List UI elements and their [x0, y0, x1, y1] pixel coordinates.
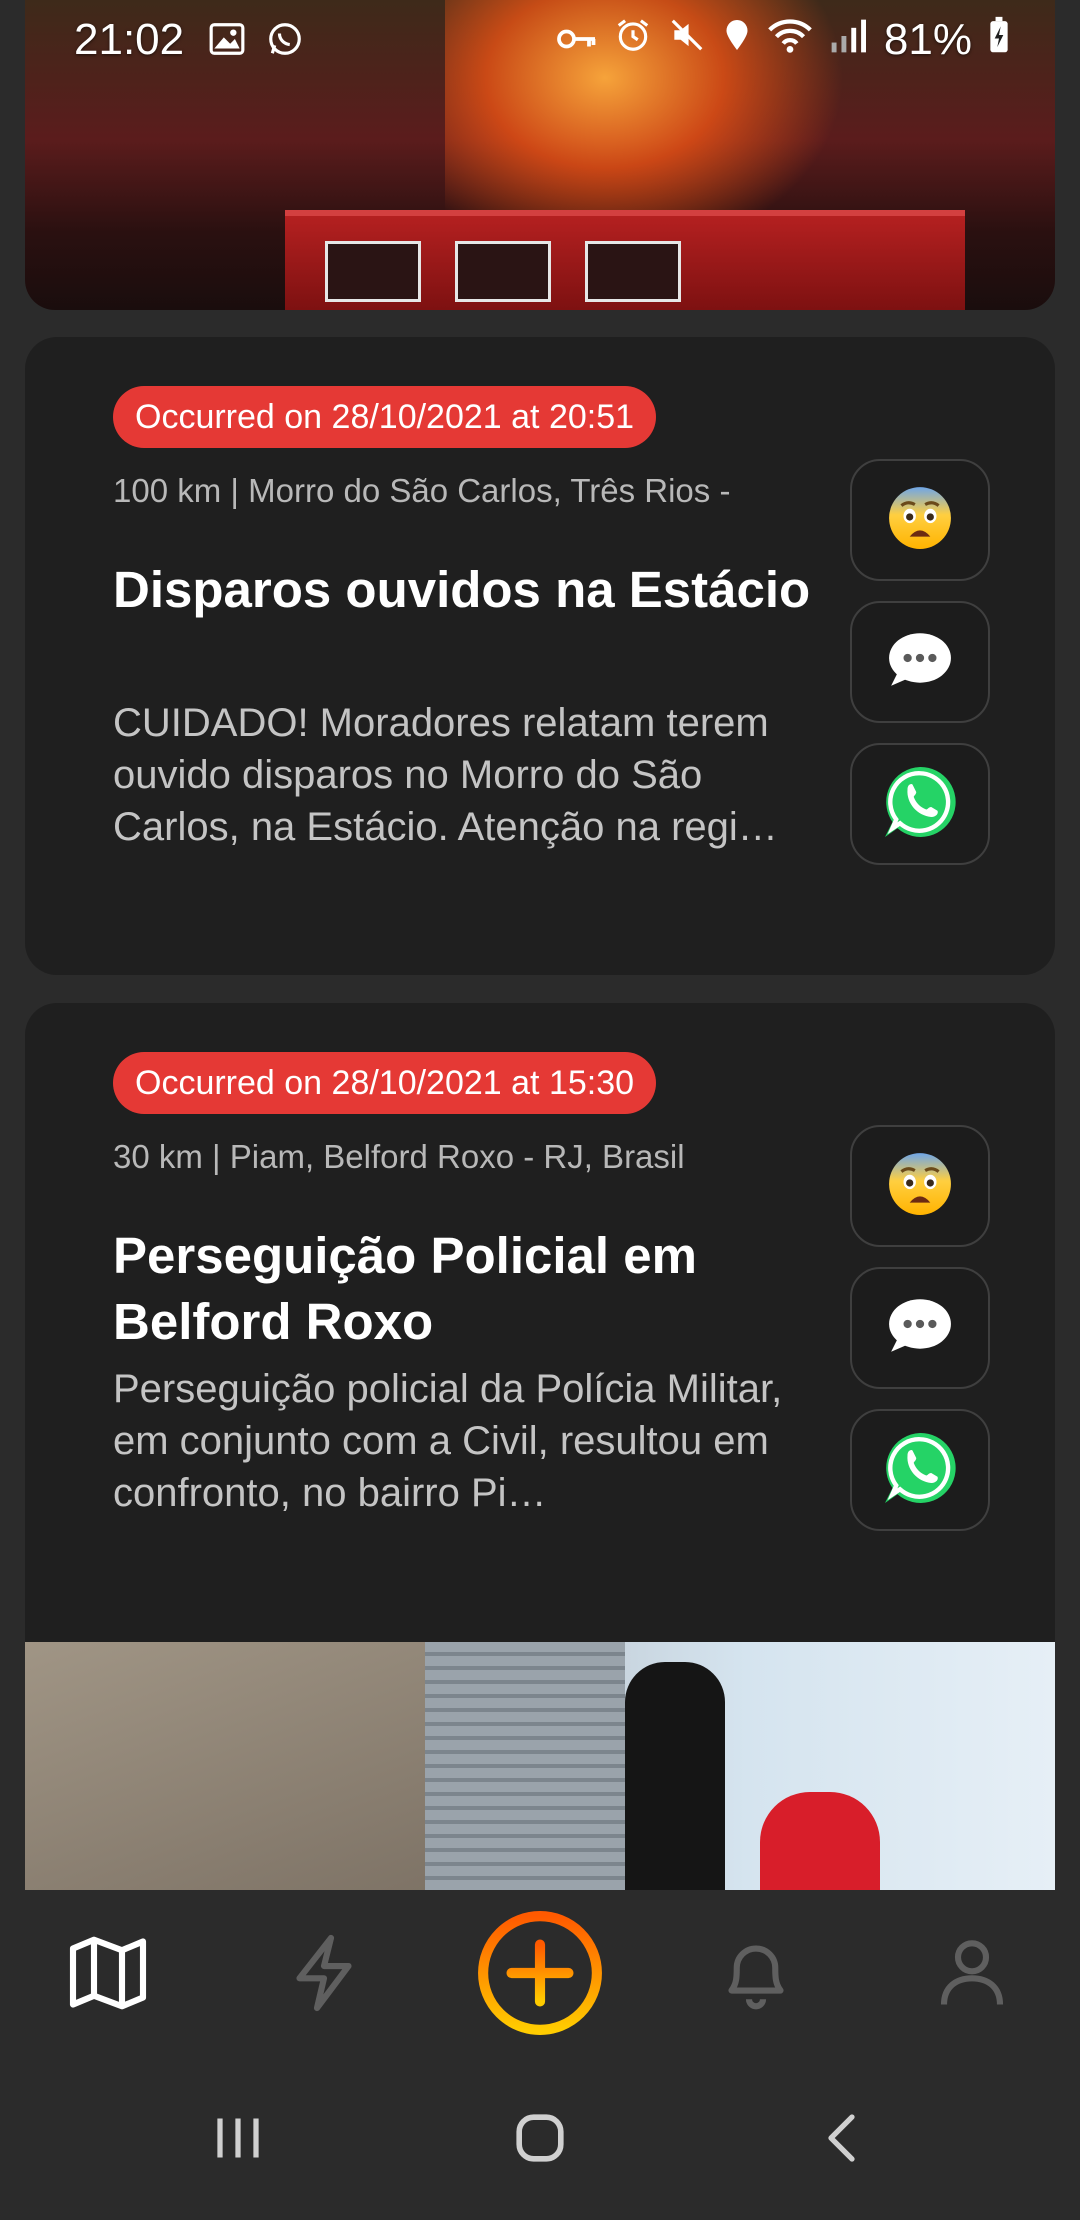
- bell-icon: [714, 1931, 798, 2020]
- comment-button[interactable]: [850, 1267, 990, 1389]
- alarm-icon: [614, 15, 652, 65]
- whatsapp-share-button[interactable]: [850, 1409, 990, 1531]
- incident-title[interactable]: Perseguição Policial em Belford Roxo: [113, 1223, 833, 1355]
- nav-activity-button[interactable]: [216, 1890, 432, 2060]
- comment-bubble-icon: [887, 630, 953, 695]
- truck-window: [455, 241, 551, 302]
- wall-image: [25, 1642, 465, 1890]
- truck-window: [585, 241, 681, 302]
- status-indicators: 81%: [556, 15, 1010, 65]
- whatsapp-icon: [880, 1428, 960, 1513]
- mute-icon: [668, 15, 706, 65]
- bottom-navigation: [0, 1890, 1080, 2060]
- system-navigation-bar: [0, 2060, 1080, 2220]
- fearful-emoji-icon: [887, 485, 953, 556]
- occurred-badge: Occurred on 28/10/2021 at 15:30: [113, 1052, 657, 1114]
- occurred-badge: Occurred on 28/10/2021 at 20:51: [113, 386, 657, 448]
- signal-icon: [828, 15, 868, 65]
- back-icon: [813, 2108, 873, 2173]
- person-image: [625, 1662, 725, 1890]
- incident-title[interactable]: Disparos ouvidos na Estácio: [113, 557, 833, 623]
- recent-apps-button[interactable]: [158, 2060, 318, 2220]
- gallery-icon: [208, 20, 248, 60]
- incident-location: 30 km | Piam, Belford Roxo - RJ, Brasil: [113, 1138, 685, 1175]
- location-icon: [722, 15, 752, 65]
- user-icon: [930, 1931, 1014, 2020]
- status-bar: 21:02 81%: [0, 0, 1080, 80]
- person-image: [760, 1792, 880, 1890]
- truck-window: [325, 241, 421, 302]
- nav-add-button[interactable]: [432, 1890, 648, 2060]
- home-button[interactable]: [460, 2060, 620, 2220]
- battery-level: 81%: [883, 15, 972, 64]
- nav-map-button[interactable]: [0, 1890, 216, 2060]
- incident-card[interactable]: Occurred on 28/10/2021 at 20:51 100 km |…: [25, 337, 1055, 975]
- fearful-emoji-icon: [887, 1151, 953, 1222]
- map-icon: [66, 1931, 150, 2020]
- whatsapp-icon: [880, 762, 960, 847]
- comment-button[interactable]: [850, 601, 990, 723]
- next-news-image[interactable]: [25, 1642, 1055, 1890]
- nav-notifications-button[interactable]: [648, 1890, 864, 2060]
- nav-profile-button[interactable]: [864, 1890, 1080, 2060]
- vpn-key-icon: [556, 15, 598, 65]
- lightning-icon: [282, 1931, 366, 2020]
- battery-charging-icon: [988, 15, 1010, 65]
- incident-description[interactable]: Perseguição policial da Polícia Militar,…: [113, 1363, 833, 1519]
- home-icon: [508, 2106, 572, 2175]
- reaction-button[interactable]: [850, 459, 990, 581]
- fire-truck-image: [285, 210, 965, 310]
- reaction-button[interactable]: [850, 1125, 990, 1247]
- incident-location: 100 km | Morro do São Carlos, Três Rios …: [113, 472, 731, 509]
- wifi-icon: [768, 15, 812, 65]
- incident-description[interactable]: CUIDADO! Moradores relatam terem ouvido …: [113, 697, 833, 853]
- shutter-image: [425, 1642, 625, 1890]
- incident-card[interactable]: Occurred on 28/10/2021 at 15:30 30 km | …: [25, 1003, 1055, 1643]
- whatsapp-notification-icon: [266, 20, 306, 60]
- back-button[interactable]: [763, 2060, 923, 2220]
- add-icon: [475, 1908, 605, 2043]
- recent-apps-icon: [208, 2108, 268, 2173]
- comment-bubble-icon: [887, 1296, 953, 1361]
- whatsapp-share-button[interactable]: [850, 743, 990, 865]
- status-time: 21:02: [74, 15, 185, 64]
